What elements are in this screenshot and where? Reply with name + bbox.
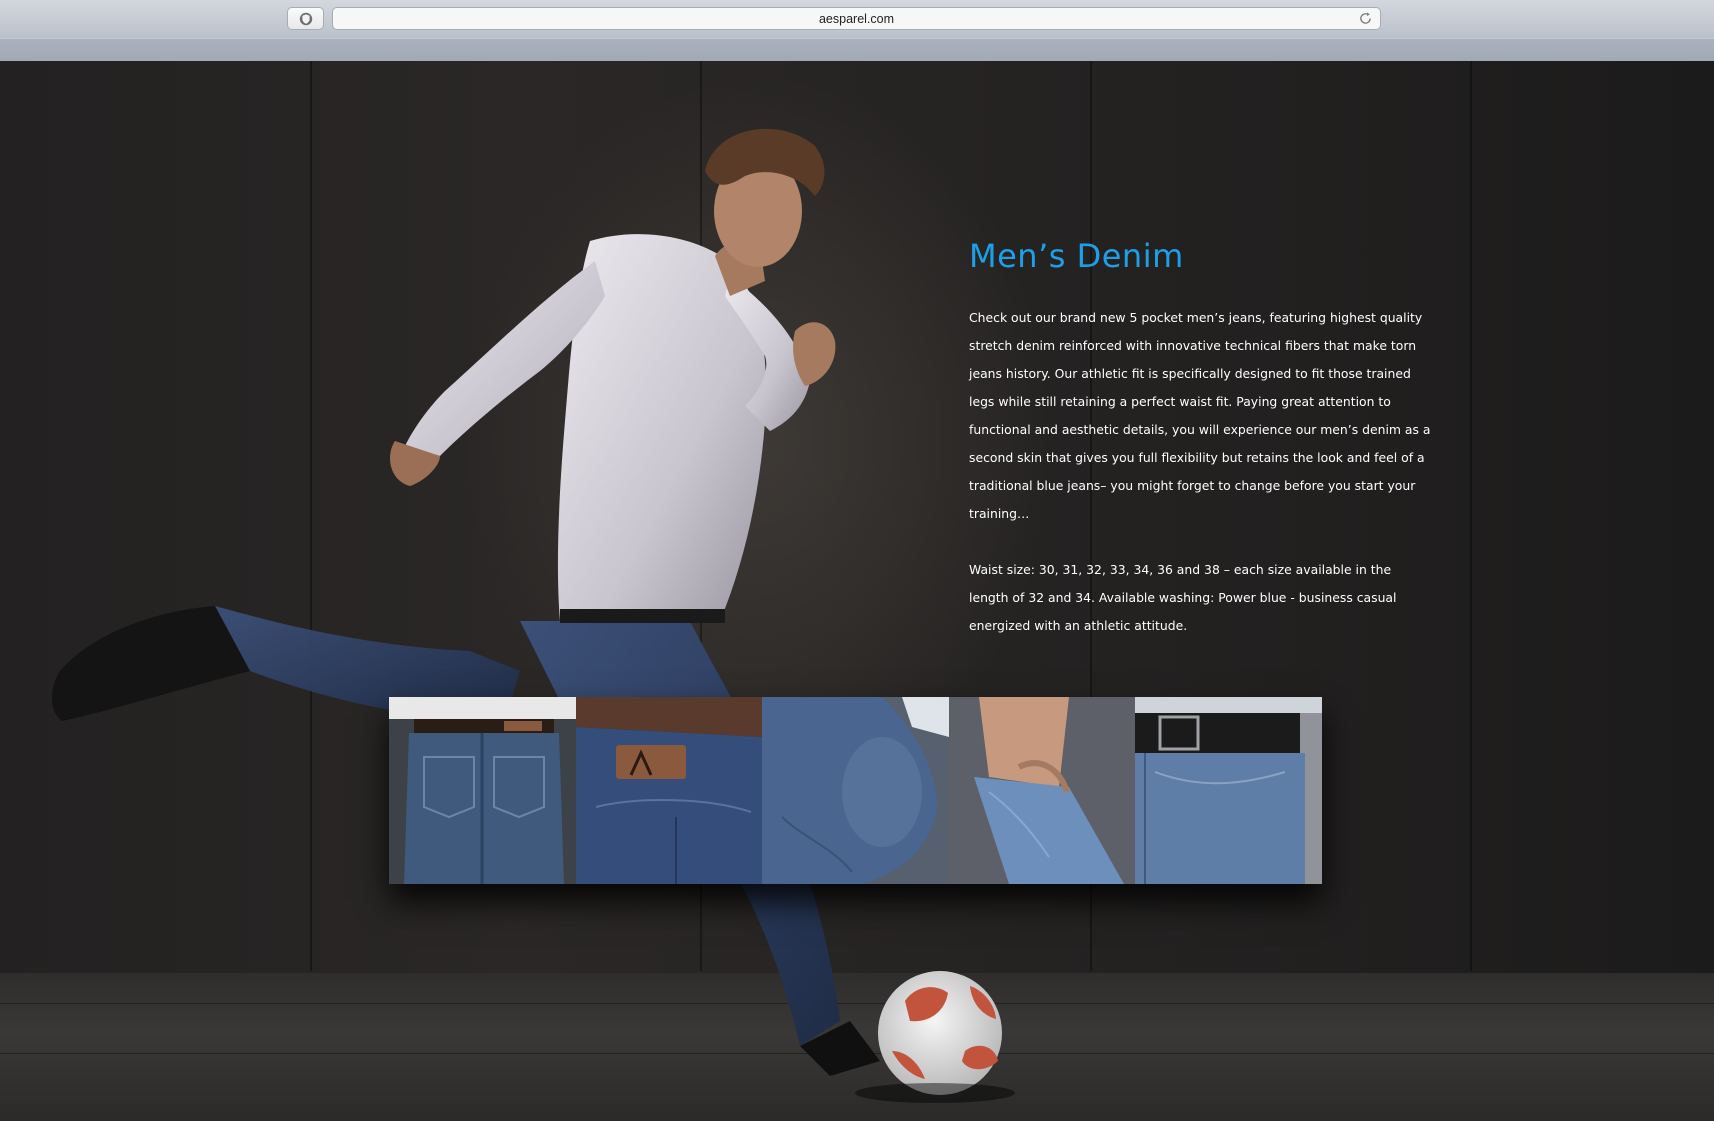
tab-strip: [0, 38, 1714, 61]
gallery-thumb-belt-front[interactable]: [1135, 697, 1322, 884]
product-gallery: [389, 697, 1322, 884]
product-title: Men’s Denim: [969, 237, 1184, 275]
gallery-thumb-back-pockets[interactable]: [389, 697, 576, 884]
product-sizes: Waist size: 30, 31, 32, 33, 34, 36 and 3…: [969, 562, 1397, 633]
product-info: Men’s Denim Check out our brand new 5 po…: [969, 237, 1431, 640]
reload-icon[interactable]: [1358, 11, 1373, 26]
hero-image-man-kicking-ball: [52, 128, 1015, 1103]
browser-toolbar: aesparel.com: [0, 0, 1714, 62]
privacy-shield-button[interactable]: [287, 7, 324, 30]
product-description: Check out our brand new 5 pocket men’s j…: [969, 310, 1431, 521]
shield-icon: [299, 12, 312, 25]
gallery-thumb-leather-patch[interactable]: [575, 697, 763, 884]
page-content: Men’s Denim Check out our brand new 5 po…: [0, 61, 1714, 1121]
gallery-thumb-front-pocket[interactable]: [948, 697, 1136, 884]
url-text: aesparel.com: [818, 11, 895, 26]
gallery-thumb-knee-raise[interactable]: [762, 697, 949, 884]
address-bar[interactable]: aesparel.com: [332, 7, 1381, 30]
